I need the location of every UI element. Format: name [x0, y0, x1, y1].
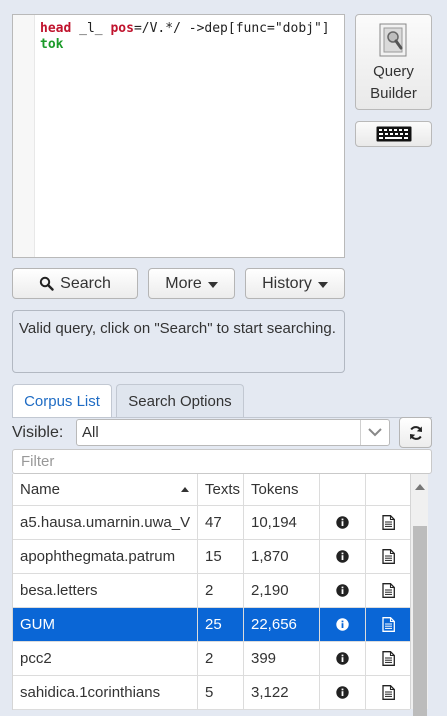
query-regex: =/V.*/ - [133, 21, 197, 36]
history-button-label: History [262, 274, 312, 292]
query-operator: _l_ [71, 21, 111, 36]
corpus-tokens: 10,194 [244, 506, 320, 539]
virtual-keyboard-button[interactable] [355, 121, 432, 147]
column-header-doc [366, 474, 410, 505]
query-func: func [235, 21, 268, 36]
search-button-label: Search [60, 274, 111, 292]
document-icon [381, 515, 395, 530]
corpus-texts: 47 [198, 506, 244, 539]
info-icon [336, 584, 349, 597]
corpus-document-button[interactable] [366, 506, 410, 539]
corpus-texts: 5 [198, 676, 244, 709]
query-func-value: ="dobj"] [267, 21, 338, 36]
corpus-name: pcc2 [13, 642, 198, 675]
corpus-document-button[interactable] [366, 608, 410, 641]
refresh-button[interactable] [399, 417, 432, 448]
corpus-tokens: 22,656 [244, 608, 320, 641]
column-header-name-label: Name [20, 481, 61, 498]
history-button[interactable]: History [245, 268, 345, 299]
corpus-info-button[interactable] [320, 642, 366, 675]
corpus-tokens: 399 [244, 642, 320, 675]
visible-label: Visible: [12, 424, 64, 441]
table-row[interactable]: sahidica.1corinthians 5 3,122 [13, 676, 410, 710]
corpus-texts: 25 [198, 608, 244, 641]
column-header-tokens[interactable]: Tokens [244, 474, 320, 505]
info-icon [336, 686, 349, 699]
corpus-document-button[interactable] [366, 574, 410, 607]
query-builder-button[interactable]: Query Builder [355, 14, 432, 110]
corpus-info-button[interactable] [320, 574, 366, 607]
corpus-tokens: 3,122 [244, 676, 320, 709]
table-body: a5.hausa.umarnin.uwa_V 47 10,194 apophthegm… [13, 506, 410, 710]
corpus-name: sahidica.1corinthians [13, 676, 198, 709]
query-keyword-head: head [40, 21, 72, 36]
corpus-texts: 2 [198, 642, 244, 675]
column-header-name[interactable]: Name [13, 474, 198, 505]
document-icon [381, 685, 395, 700]
table-row[interactable]: pcc2 2 399 [13, 642, 410, 676]
chevron-down-icon[interactable] [360, 420, 389, 445]
corpus-name: a5.hausa.umarnin.uwa_V [13, 506, 198, 539]
query-pointing: >dep[ [196, 21, 236, 36]
tab-search-options[interactable]: Search Options [116, 384, 244, 417]
table-row[interactable]: GUM 25 22,656 [13, 608, 410, 642]
corpus-document-button[interactable] [366, 676, 410, 709]
info-icon [336, 652, 349, 665]
search-icon [39, 276, 54, 291]
info-icon [336, 550, 349, 563]
status-message: Valid query, click on "Search" to start … [12, 310, 345, 373]
document-icon [381, 583, 395, 598]
corpus-document-button[interactable] [366, 642, 410, 675]
tab-corpus-list[interactable]: Corpus List [12, 384, 112, 418]
corpus-texts: 2 [198, 574, 244, 607]
table-scrollbar[interactable] [410, 474, 428, 716]
query-builder-icon [379, 23, 406, 57]
corpus-info-button[interactable] [320, 540, 366, 573]
chevron-down-icon [207, 281, 218, 288]
corpus-info-button[interactable] [320, 676, 366, 709]
corpus-tokens: 1,870 [244, 540, 320, 573]
query-editor[interactable]: head _l_ pos=/V.*/ ->dep[func="dobj"] to… [12, 14, 345, 258]
query-keyword-tok: tok [40, 37, 64, 52]
visible-select-value: All [82, 424, 99, 441]
column-header-info [320, 474, 366, 505]
query-keyword-pos: pos [110, 21, 134, 36]
table-header: Name Texts Tokens [13, 474, 410, 506]
table-row[interactable]: apophthegmata.patrum 15 1,870 [13, 540, 410, 574]
query-text[interactable]: head _l_ pos=/V.*/ ->dep[func="dobj"] to… [40, 21, 338, 53]
corpus-name: besa.letters [13, 574, 198, 607]
info-icon [336, 618, 349, 631]
keyboard-icon [376, 126, 411, 142]
more-button[interactable]: More [148, 268, 235, 299]
query-builder-label: Query Builder [370, 63, 417, 102]
corpus-document-button[interactable] [366, 540, 410, 573]
table-row[interactable]: a5.hausa.umarnin.uwa_V 47 10,194 [13, 506, 410, 540]
corpus-info-button[interactable] [320, 506, 366, 539]
document-icon [381, 549, 395, 564]
corpus-tokens: 2,190 [244, 574, 320, 607]
corpus-table: Name Texts Tokens a5.hausa.umarnin.uwa_V… [12, 474, 410, 710]
corpus-info-button[interactable] [320, 608, 366, 641]
scroll-up-icon[interactable] [415, 484, 425, 490]
column-header-texts[interactable]: Texts [198, 474, 244, 505]
document-icon [381, 617, 395, 632]
refresh-icon [409, 425, 422, 440]
chevron-down-icon [317, 281, 328, 288]
corpus-name: GUM [13, 608, 198, 641]
table-row[interactable]: besa.letters 2 2,190 [13, 574, 410, 608]
tab-divider [12, 417, 432, 418]
corpus-name: apophthegmata.patrum [13, 540, 198, 573]
scrollbar-thumb[interactable] [413, 526, 427, 716]
search-button[interactable]: Search [12, 268, 138, 299]
visible-select[interactable]: All [76, 419, 390, 446]
sort-ascending-icon [181, 487, 189, 492]
info-icon [336, 516, 349, 529]
more-button-label: More [165, 274, 202, 292]
editor-gutter [13, 15, 35, 257]
corpus-texts: 15 [198, 540, 244, 573]
document-icon [381, 651, 395, 666]
filter-input[interactable] [12, 449, 432, 474]
